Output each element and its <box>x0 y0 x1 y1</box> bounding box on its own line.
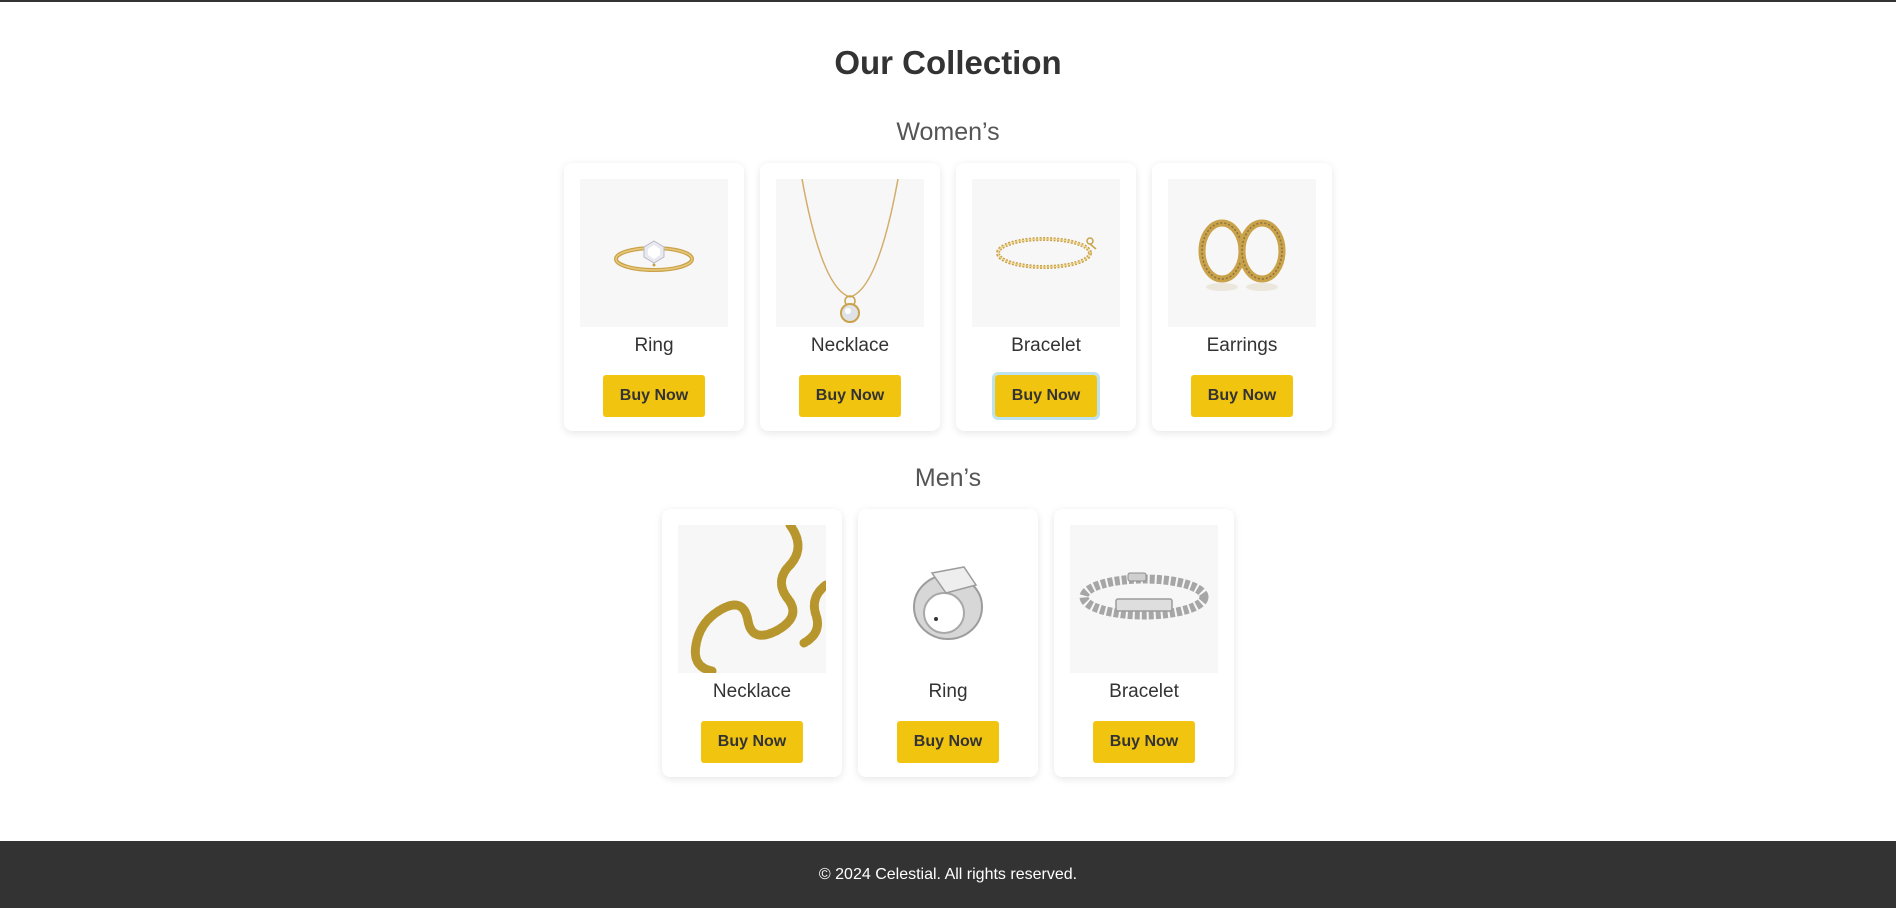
product-name: Ring <box>634 335 674 356</box>
product-card: Ring Buy Now <box>858 509 1038 777</box>
buy-now-button[interactable]: Buy Now <box>603 375 705 417</box>
chain-necklace-image <box>690 525 826 673</box>
buy-now-button[interactable]: Buy Now <box>1093 721 1195 763</box>
product-card: Bracelet Buy Now <box>1054 509 1234 777</box>
product-card: Necklace Buy Now <box>760 163 940 431</box>
product-image-ring[interactable] <box>580 179 728 327</box>
womens-product-grid: Ring Buy Now Necklace Buy Now Bracelet B… <box>0 163 1896 431</box>
product-name: Earrings <box>1206 335 1278 356</box>
page: Our Collection Women’s Ring Buy Now Neck… <box>0 0 1896 908</box>
buy-now-button[interactable]: Buy Now <box>1191 375 1293 417</box>
buy-now-button[interactable]: Buy Now <box>701 721 803 763</box>
earrings-image <box>1198 219 1286 291</box>
womens-heading: Women’s <box>896 118 1000 146</box>
product-card: Necklace Buy Now <box>662 509 842 777</box>
ring-image <box>614 240 694 272</box>
top-divider <box>0 0 1896 2</box>
product-name: Bracelet <box>1109 681 1179 702</box>
product-image-necklace[interactable] <box>678 525 826 673</box>
product-name: Necklace <box>810 335 890 356</box>
mens-product-grid: Necklace Buy Now Ring Buy Now Bracelet B… <box>0 509 1896 777</box>
buy-now-button[interactable]: Buy Now <box>897 721 999 763</box>
product-card: Bracelet Buy Now <box>956 163 1136 431</box>
product-name: Bracelet <box>1011 335 1081 356</box>
product-card: Earrings Buy Now <box>1152 163 1332 431</box>
mens-heading: Men’s <box>914 464 982 492</box>
buy-now-button[interactable]: Buy Now <box>992 372 1100 420</box>
product-image-earrings[interactable] <box>1168 179 1316 327</box>
id-bracelet-image <box>1079 572 1209 620</box>
footer-copyright: © 2024 Celestial. All rights reserved. <box>818 865 1078 883</box>
page-title: Our Collection <box>834 44 1062 81</box>
product-name: Ring <box>928 681 968 702</box>
bracelet-image <box>996 237 1097 269</box>
product-image-necklace[interactable] <box>776 179 924 327</box>
product-image-bracelet[interactable] <box>1070 525 1218 673</box>
product-name: Necklace <box>712 681 792 702</box>
necklace-image <box>801 179 899 323</box>
signet-ring-image <box>913 566 983 640</box>
product-image-ring[interactable] <box>874 525 1022 673</box>
product-image-bracelet[interactable] <box>972 179 1120 327</box>
footer: © 2024 Celestial. All rights reserved. <box>0 841 1896 908</box>
product-card: Ring Buy Now <box>564 163 744 431</box>
buy-now-button[interactable]: Buy Now <box>799 375 901 417</box>
